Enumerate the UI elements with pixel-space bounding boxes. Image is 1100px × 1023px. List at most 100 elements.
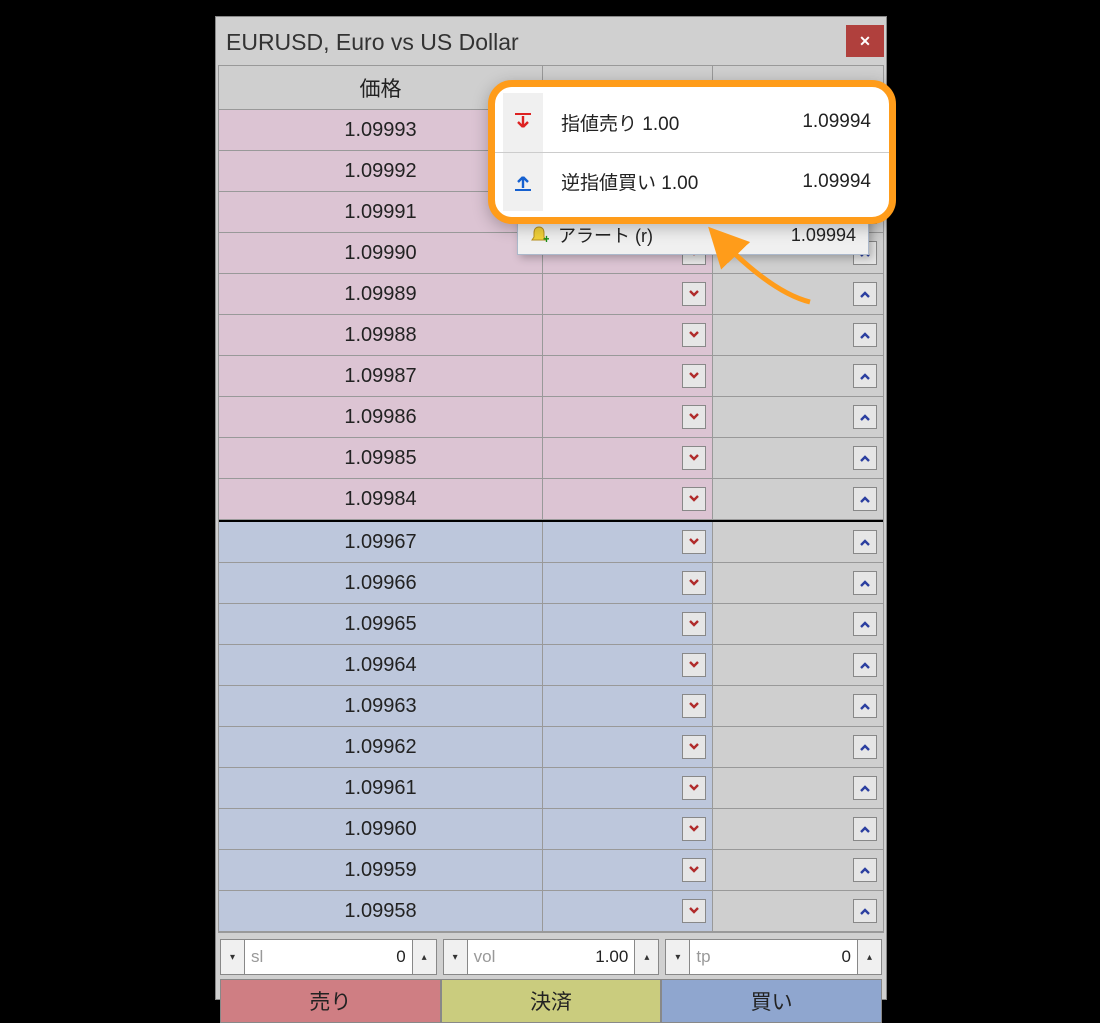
price-row[interactable]: 1.09959 — [219, 850, 883, 891]
rest-cell — [713, 438, 883, 478]
buy-at-price-button[interactable] — [853, 653, 877, 677]
sell-at-price-button[interactable] — [682, 364, 706, 388]
price-cell: 1.09990 — [219, 233, 543, 273]
trade-cell — [543, 809, 713, 849]
sell-at-price-button[interactable] — [682, 612, 706, 636]
stop-buy-item[interactable]: 逆指値買い 1.00 1.09994 — [495, 152, 889, 211]
buy-at-price-button[interactable] — [853, 735, 877, 759]
window-title: EURUSD, Euro vs US Dollar — [226, 27, 519, 56]
close-button[interactable]: ✕ — [846, 25, 884, 57]
price-row[interactable]: 1.09960 — [219, 809, 883, 850]
price-cell: 1.09958 — [219, 891, 543, 931]
buy-at-price-button[interactable] — [853, 694, 877, 718]
sell-at-price-button[interactable] — [682, 446, 706, 470]
buy-at-price-button[interactable] — [853, 446, 877, 470]
buy-at-price-button[interactable] — [853, 571, 877, 595]
sell-button[interactable]: 売り — [220, 979, 441, 1023]
tp-label: tp — [696, 947, 710, 967]
titlebar: EURUSD, Euro vs US Dollar ✕ — [216, 17, 886, 65]
sell-at-price-button[interactable] — [682, 776, 706, 800]
sell-at-price-button[interactable] — [682, 694, 706, 718]
context-alert-label: アラート (r) — [554, 222, 791, 248]
trade-cell — [543, 479, 713, 519]
sl-field: ▾ sl 0 ▴ — [220, 939, 437, 975]
sell-at-price-button[interactable] — [682, 323, 706, 347]
vol-field: ▾ vol 1.00 ▴ — [443, 939, 660, 975]
trade-cell — [543, 891, 713, 931]
price-cell: 1.09962 — [219, 727, 543, 767]
rest-cell — [713, 274, 883, 314]
vol-inc[interactable]: ▴ — [634, 940, 658, 974]
buy-at-price-button[interactable] — [853, 323, 877, 347]
tp-dec[interactable]: ▾ — [666, 940, 690, 974]
price-row[interactable]: 1.09958 — [219, 891, 883, 932]
buy-at-price-button[interactable] — [853, 612, 877, 636]
price-row[interactable]: 1.09987 — [219, 356, 883, 397]
sell-at-price-button[interactable] — [682, 282, 706, 306]
trade-cell — [543, 315, 713, 355]
buy-at-price-button[interactable] — [853, 282, 877, 306]
rest-cell — [713, 850, 883, 890]
price-cell: 1.09965 — [219, 604, 543, 644]
sell-at-price-button[interactable] — [682, 405, 706, 429]
tp-field: ▾ tp 0 ▴ — [665, 939, 882, 975]
price-row[interactable]: 1.09965 — [219, 604, 883, 645]
action-buttons: 売り 決済 買い — [220, 979, 882, 1023]
trade-cell — [543, 727, 713, 767]
order-callout: 指値売り 1.00 1.09994 逆指値買い 1.00 1.09994 — [488, 80, 896, 224]
sl-label: sl — [251, 947, 263, 967]
buy-at-price-button[interactable] — [853, 405, 877, 429]
limit-sell-icon — [503, 93, 543, 152]
buy-at-price-button[interactable] — [853, 858, 877, 882]
price-row[interactable]: 1.09966 — [219, 563, 883, 604]
price-row[interactable]: 1.09963 — [219, 686, 883, 727]
price-row[interactable]: 1.09967 — [219, 522, 883, 563]
sl-dec[interactable]: ▾ — [221, 940, 245, 974]
sell-at-price-button[interactable] — [682, 858, 706, 882]
buy-at-price-button[interactable] — [853, 776, 877, 800]
stop-buy-icon — [503, 153, 543, 211]
tp-input[interactable]: tp 0 — [690, 940, 857, 974]
trade-cell — [543, 850, 713, 890]
sell-at-price-button[interactable] — [682, 487, 706, 511]
price-row[interactable]: 1.09964 — [219, 645, 883, 686]
sell-at-price-button[interactable] — [682, 653, 706, 677]
rest-cell — [713, 768, 883, 808]
buy-at-price-button[interactable] — [853, 530, 877, 554]
price-row[interactable]: 1.09986 — [219, 397, 883, 438]
price-row[interactable]: 1.09989 — [219, 274, 883, 315]
limit-sell-label: 指値売り 1.00 — [543, 109, 802, 136]
price-row[interactable]: 1.09984 — [219, 479, 883, 520]
buy-at-price-button[interactable] — [853, 364, 877, 388]
vol-dec[interactable]: ▾ — [444, 940, 468, 974]
price-cell: 1.09966 — [219, 563, 543, 603]
rest-cell — [713, 522, 883, 562]
price-cell: 1.09964 — [219, 645, 543, 685]
close-icon: ✕ — [859, 33, 871, 50]
trade-cell — [543, 397, 713, 437]
price-row[interactable]: 1.09985 — [219, 438, 883, 479]
sell-at-price-button[interactable] — [682, 899, 706, 923]
settle-button[interactable]: 決済 — [441, 979, 662, 1023]
buy-button[interactable]: 買い — [661, 979, 882, 1023]
sl-input[interactable]: sl 0 — [245, 940, 412, 974]
trade-cell — [543, 522, 713, 562]
buy-at-price-button[interactable] — [853, 487, 877, 511]
sell-at-price-button[interactable] — [682, 571, 706, 595]
buy-at-price-button[interactable] — [853, 817, 877, 841]
vol-input[interactable]: vol 1.00 — [468, 940, 635, 974]
rest-cell — [713, 727, 883, 767]
sell-at-price-button[interactable] — [682, 735, 706, 759]
vol-value: 1.00 — [495, 947, 628, 967]
price-row[interactable]: 1.09961 — [219, 768, 883, 809]
sell-at-price-button[interactable] — [682, 530, 706, 554]
tp-inc[interactable]: ▴ — [857, 940, 881, 974]
price-row[interactable]: 1.09988 — [219, 315, 883, 356]
sell-at-price-button[interactable] — [682, 817, 706, 841]
price-row[interactable]: 1.09962 — [219, 727, 883, 768]
bell-icon: + — [524, 225, 554, 245]
limit-sell-item[interactable]: 指値売り 1.00 1.09994 — [495, 93, 889, 152]
stop-buy-price: 1.09994 — [802, 171, 871, 193]
buy-at-price-button[interactable] — [853, 899, 877, 923]
sl-inc[interactable]: ▴ — [412, 940, 436, 974]
